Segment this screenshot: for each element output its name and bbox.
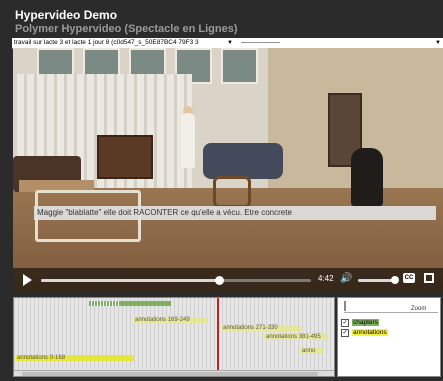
track-select[interactable]: ―――――― ▼ xyxy=(241,38,441,48)
video-select[interactable]: travail sur lacte 3 et lacte 1 jour 8 (c… xyxy=(14,38,235,48)
legend-item-chapters[interactable]: ✓ chapters xyxy=(341,318,379,327)
annotation-label: annotations 381-495 xyxy=(266,334,321,340)
zoom-label: Zoom xyxy=(411,306,427,312)
progress-handle[interactable] xyxy=(215,276,225,285)
progress-bar[interactable] xyxy=(41,276,311,285)
chevron-down-icon: ▼ xyxy=(435,40,441,46)
annotation-label: anno xyxy=(302,348,316,354)
video-player[interactable]: Maggie "blablatte" elle doit RACONTER ce… xyxy=(13,48,443,292)
scrollbar-thumb[interactable] xyxy=(22,372,318,376)
playhead-cursor[interactable] xyxy=(217,298,219,370)
annotation-label: annotations 271-330 xyxy=(223,325,278,331)
scene-cabinet xyxy=(97,135,153,179)
legend-panel: Zoom ✓ chapters ✓ annotations xyxy=(337,297,441,377)
scene-actress xyxy=(181,113,195,168)
app-subtitle: Polymer Hypervideo (Spectacle en Lignes) xyxy=(15,23,238,35)
player-controls: 4:42 🔊 CC xyxy=(13,268,443,292)
scene-window xyxy=(221,48,258,84)
video-select-value: travail sur lacte 3 et lacte 1 jour 8 (c… xyxy=(14,39,199,46)
annotation-label: annotations 169-249 xyxy=(135,317,190,323)
closed-captions-button[interactable]: CC xyxy=(403,273,415,283)
legend-label: chapters xyxy=(352,319,379,326)
progress-fill xyxy=(41,279,220,282)
current-time: 4:42 xyxy=(318,274,334,283)
checkbox[interactable]: ✓ xyxy=(341,318,349,327)
scene-bed xyxy=(203,143,283,179)
app-title: Hypervideo Demo xyxy=(15,8,118,22)
play-icon[interactable] xyxy=(23,274,32,286)
checkbox[interactable]: ✓ xyxy=(341,328,349,337)
speaker-icon[interactable]: 🔊 xyxy=(340,273,352,284)
subtitle-caption: Maggie "blablatte" elle doit RACONTER ce… xyxy=(34,206,436,220)
annotation-label: annotations 0-168 xyxy=(17,355,66,361)
annotation-timeline[interactable]: annotations 169-249 annotations 271-330 … xyxy=(13,297,335,377)
volume-handle[interactable] xyxy=(391,276,399,284)
scene-person xyxy=(351,148,383,206)
legend-item-annotations[interactable]: ✓ annotations xyxy=(341,328,388,337)
track-select-value: ―――――― xyxy=(241,39,280,46)
chevron-down-icon: ▼ xyxy=(227,40,233,46)
zoom-handle[interactable] xyxy=(344,301,346,311)
fullscreen-icon[interactable] xyxy=(424,273,434,283)
chapter-band[interactable] xyxy=(89,301,121,306)
chapter-band[interactable] xyxy=(121,301,171,306)
zoom-track[interactable] xyxy=(344,312,438,313)
timeline-scrollbar[interactable] xyxy=(14,370,334,376)
legend-label: annotations xyxy=(352,329,388,336)
volume-slider[interactable] xyxy=(358,279,393,282)
scene-chair xyxy=(213,176,251,208)
app-window: Hypervideo Demo Polymer Hypervideo (Spec… xyxy=(0,0,443,381)
